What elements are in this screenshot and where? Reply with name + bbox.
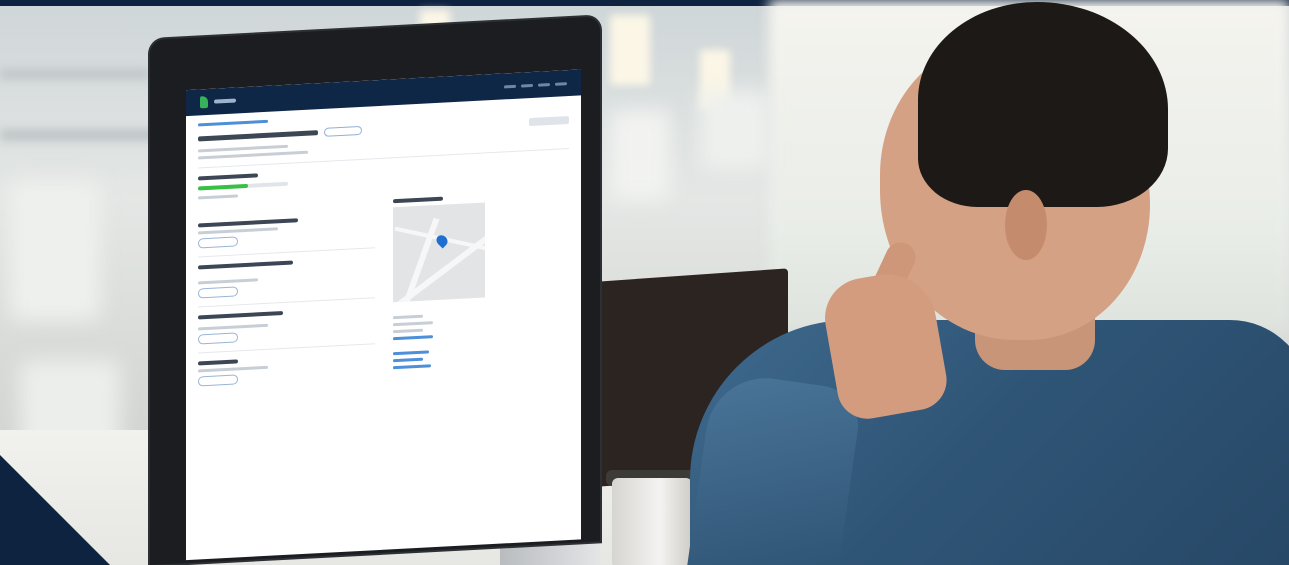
progress-caption xyxy=(198,194,238,200)
detail-link[interactable] xyxy=(392,350,429,356)
monitor xyxy=(150,16,600,565)
background-panel xyxy=(610,110,670,200)
shelf xyxy=(0,70,150,78)
map xyxy=(392,202,485,303)
detail-text xyxy=(392,321,433,327)
title-badge xyxy=(324,125,362,137)
section-button[interactable] xyxy=(198,374,238,387)
section-text xyxy=(198,365,268,373)
corner-accent xyxy=(0,455,110,565)
section-button[interactable] xyxy=(198,286,238,299)
divider xyxy=(198,247,375,258)
app-logo-text xyxy=(214,98,236,104)
shelf xyxy=(0,130,170,140)
top-select xyxy=(529,115,569,126)
background-panel xyxy=(10,180,100,320)
detail-text xyxy=(392,328,423,334)
person-ear xyxy=(1005,190,1047,260)
breadcrumb xyxy=(198,119,268,127)
section-text xyxy=(198,227,278,235)
page-title xyxy=(198,130,318,142)
light xyxy=(610,15,650,85)
section-button[interactable] xyxy=(198,236,238,249)
divider xyxy=(198,297,375,308)
divider xyxy=(198,148,569,169)
progress-fill xyxy=(198,183,248,191)
detail-link[interactable] xyxy=(392,335,433,341)
office-photo xyxy=(0,0,1289,565)
section-button[interactable] xyxy=(198,332,238,345)
section-heading xyxy=(198,218,298,228)
detail-link[interactable] xyxy=(392,357,423,363)
progress-label xyxy=(198,173,258,181)
section-text xyxy=(198,323,268,331)
background-panel xyxy=(700,90,770,170)
app-body xyxy=(186,95,581,403)
detail-link[interactable] xyxy=(392,364,431,370)
coffee-cup xyxy=(612,478,692,565)
content-columns xyxy=(198,190,569,394)
section-text xyxy=(198,278,258,285)
left-column xyxy=(198,200,375,394)
section-heading xyxy=(198,260,293,270)
subtitle xyxy=(198,144,288,153)
monitor-screen xyxy=(186,69,581,561)
app-nav xyxy=(504,81,567,88)
right-column xyxy=(392,190,570,384)
section-heading xyxy=(198,311,283,320)
divider xyxy=(198,343,375,354)
detail-text xyxy=(392,314,423,320)
map-heading xyxy=(392,196,443,204)
app-logo-icon xyxy=(200,95,208,109)
subtitle-2 xyxy=(198,150,308,160)
section-heading xyxy=(198,359,238,366)
progress-bar xyxy=(198,181,288,191)
